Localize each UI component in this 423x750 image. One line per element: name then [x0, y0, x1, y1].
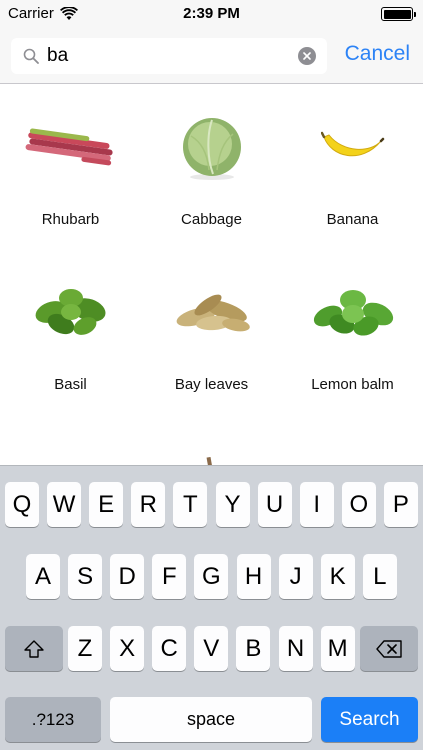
status-bar: Carrier 2:39 PM	[0, 0, 423, 28]
search-field[interactable]	[11, 38, 327, 74]
status-time: 2:39 PM	[183, 5, 240, 22]
cabbage-image	[155, 103, 268, 191]
key-i[interactable]: I	[299, 482, 334, 527]
key-c[interactable]: C	[152, 626, 187, 671]
grid-item-label: Cabbage	[181, 211, 242, 228]
space-key[interactable]: space	[110, 697, 312, 742]
keyboard: .?123 space Search QWERTYUIOP ASDFGHJKL ZX…	[0, 465, 423, 750]
food-image	[155, 433, 268, 465]
food-image	[14, 433, 127, 465]
key-o[interactable]: O	[341, 482, 376, 527]
key-p[interactable]: P	[383, 482, 418, 527]
search-input[interactable]	[47, 38, 297, 74]
grid-item-partial[interactable]	[0, 415, 141, 465]
key-s[interactable]: S	[68, 554, 103, 599]
grid-item-rhubarb[interactable]: Rhubarb	[0, 85, 141, 250]
key-j[interactable]: J	[278, 554, 313, 599]
key-r[interactable]: R	[131, 482, 166, 527]
clear-search-button[interactable]	[298, 47, 316, 65]
grid-item-label: Rhubarb	[41, 211, 100, 228]
grid-item-label: Lemon balm	[311, 376, 394, 393]
backspace-icon	[376, 639, 402, 658]
bay-leaves-image	[155, 268, 268, 356]
shift-key[interactable]	[5, 626, 63, 671]
grid-item-banana[interactable]: Banana	[282, 85, 423, 250]
key-h[interactable]: H	[236, 554, 271, 599]
search-icon	[23, 48, 39, 64]
grid-item-label: Banana	[326, 211, 379, 228]
banana-image	[296, 103, 409, 191]
basil-image	[14, 268, 127, 356]
shift-icon	[24, 639, 44, 658]
numbers-key[interactable]: .?123	[5, 697, 101, 742]
key-k[interactable]: K	[320, 554, 355, 599]
close-icon	[303, 52, 311, 60]
food-image	[296, 433, 409, 465]
rhubarb-image	[14, 103, 127, 191]
key-l[interactable]: L	[362, 554, 397, 599]
key-a[interactable]: A	[26, 554, 60, 599]
grid-item-label: Basil	[54, 376, 87, 393]
key-v[interactable]: V	[194, 626, 229, 671]
cancel-button[interactable]: Cancel	[345, 42, 410, 66]
key-u[interactable]: U	[257, 482, 292, 527]
grid-item-lemon-balm[interactable]: Lemon balm	[282, 250, 423, 415]
key-n[interactable]: N	[278, 626, 313, 671]
battery-icon	[381, 7, 416, 21]
grid-item-bay-leaves[interactable]: Bay leaves	[141, 250, 282, 415]
key-b[interactable]: B	[236, 626, 271, 671]
key-d[interactable]: D	[110, 554, 145, 599]
key-q[interactable]: Q	[5, 482, 39, 527]
lemon-balm-image	[296, 268, 409, 356]
key-y[interactable]: Y	[215, 482, 250, 527]
grid-item-partial[interactable]	[141, 415, 282, 465]
key-t[interactable]: T	[173, 482, 208, 527]
key-m[interactable]: M	[320, 626, 355, 671]
results-grid: Rhubarb Cabbage Banana Basil Bay leaves …	[0, 85, 423, 465]
grid-item-basil[interactable]: Basil	[0, 250, 141, 415]
key-z[interactable]: Z	[68, 626, 102, 671]
key-e[interactable]: E	[89, 482, 124, 527]
grid-item-cabbage[interactable]: Cabbage	[141, 85, 282, 250]
search-bar: Cancel	[0, 28, 423, 84]
grid-item-label: Bay leaves	[174, 376, 249, 393]
grid-item-partial[interactable]	[282, 415, 423, 465]
key-g[interactable]: G	[194, 554, 229, 599]
key-w[interactable]: W	[47, 482, 82, 527]
key-f[interactable]: F	[152, 554, 187, 599]
delete-key[interactable]	[360, 626, 418, 671]
key-x[interactable]: X	[110, 626, 145, 671]
search-key[interactable]: Search	[321, 697, 418, 742]
